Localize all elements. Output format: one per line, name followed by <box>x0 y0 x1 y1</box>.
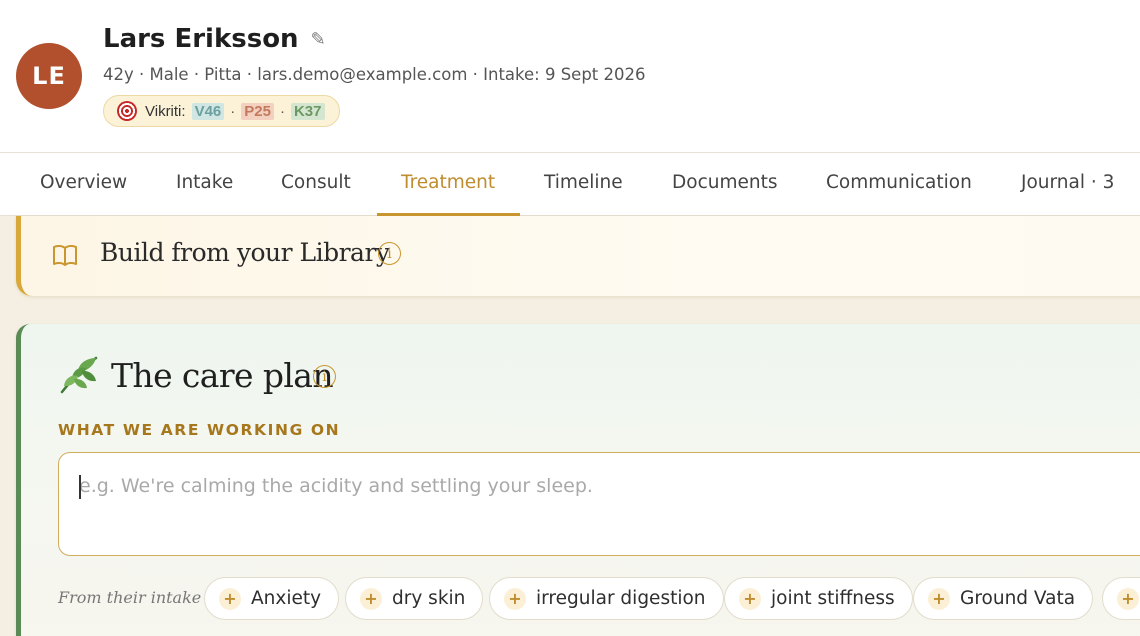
info-icon[interactable]: i <box>378 242 401 265</box>
section-label: WHAT WE ARE WORKING ON <box>58 421 341 439</box>
working-on-input[interactable] <box>58 452 1140 556</box>
text-cursor <box>79 475 81 499</box>
vikriti-label: Vikriti: <box>145 102 186 120</box>
pitta-value: P25 <box>241 102 274 120</box>
separator: · <box>230 102 236 120</box>
tab-journal[interactable]: Journal · 3 <box>1021 153 1114 216</box>
library-card[interactable]: Build from your Library i <box>16 216 1140 296</box>
tab-documents[interactable]: Documents <box>672 153 777 216</box>
patient-header: LE Lars Eriksson ✎ 42y · Male · Pitta · … <box>0 0 1140 152</box>
plus-icon: + <box>1117 587 1139 610</box>
plus-icon: + <box>928 587 950 610</box>
tab-communication[interactable]: Communication <box>826 153 972 216</box>
separator: · <box>279 102 285 120</box>
library-title: Build from your Library <box>100 238 390 267</box>
plus-icon: + <box>504 587 526 610</box>
intake-chip[interactable]: + Anxiety <box>204 577 340 620</box>
chip-label: dry skin <box>392 588 466 609</box>
chip-label: Anxiety <box>251 588 322 609</box>
tab-treatment[interactable]: Treatment <box>401 153 495 216</box>
tab-timeline[interactable]: Timeline <box>544 153 623 216</box>
vata-value: V46 <box>191 102 225 120</box>
plus-icon: + <box>219 587 241 610</box>
book-icon <box>52 243 78 272</box>
target-icon <box>117 101 137 121</box>
info-icon[interactable]: i <box>313 365 336 388</box>
intake-chip[interactable]: + <box>1102 577 1140 620</box>
tab-consult[interactable]: Consult <box>281 153 351 216</box>
intake-chip[interactable]: + dry skin <box>345 577 484 620</box>
chip-label: joint stiffness <box>771 588 895 609</box>
patient-name: Lars Eriksson <box>103 24 299 54</box>
avatar: LE <box>16 43 82 109</box>
intake-chip[interactable]: + Ground Vata <box>913 577 1094 620</box>
tab-bar: Overview Intake Consult Treatment Timeli… <box>0 152 1140 216</box>
care-plan-card: The care plan i WHAT WE ARE WORKING ON F… <box>16 324 1140 636</box>
pencil-icon[interactable]: ✎ <box>311 29 326 50</box>
intake-chip[interactable]: + irregular digestion <box>489 577 724 620</box>
patient-meta: 42y · Male · Pitta · lars.demo@example.c… <box>103 65 646 84</box>
intake-chip[interactable]: + joint stiffness <box>724 577 913 620</box>
tab-overview[interactable]: Overview <box>40 153 127 216</box>
chip-label: Ground Vata <box>960 588 1076 609</box>
care-plan-title: The care plan <box>111 356 334 395</box>
chip-label: irregular digestion <box>536 588 706 609</box>
kapha-value: K37 <box>290 102 325 120</box>
tab-intake[interactable]: Intake <box>176 153 233 216</box>
patient-name-row: Lars Eriksson ✎ <box>103 24 326 54</box>
plus-icon: + <box>360 587 382 610</box>
intake-label: From their intake <box>58 588 202 607</box>
plus-icon: + <box>739 587 761 610</box>
vikriti-badge: Vikriti: V46 · P25 · K37 <box>103 95 340 127</box>
leaf-icon <box>56 354 102 401</box>
